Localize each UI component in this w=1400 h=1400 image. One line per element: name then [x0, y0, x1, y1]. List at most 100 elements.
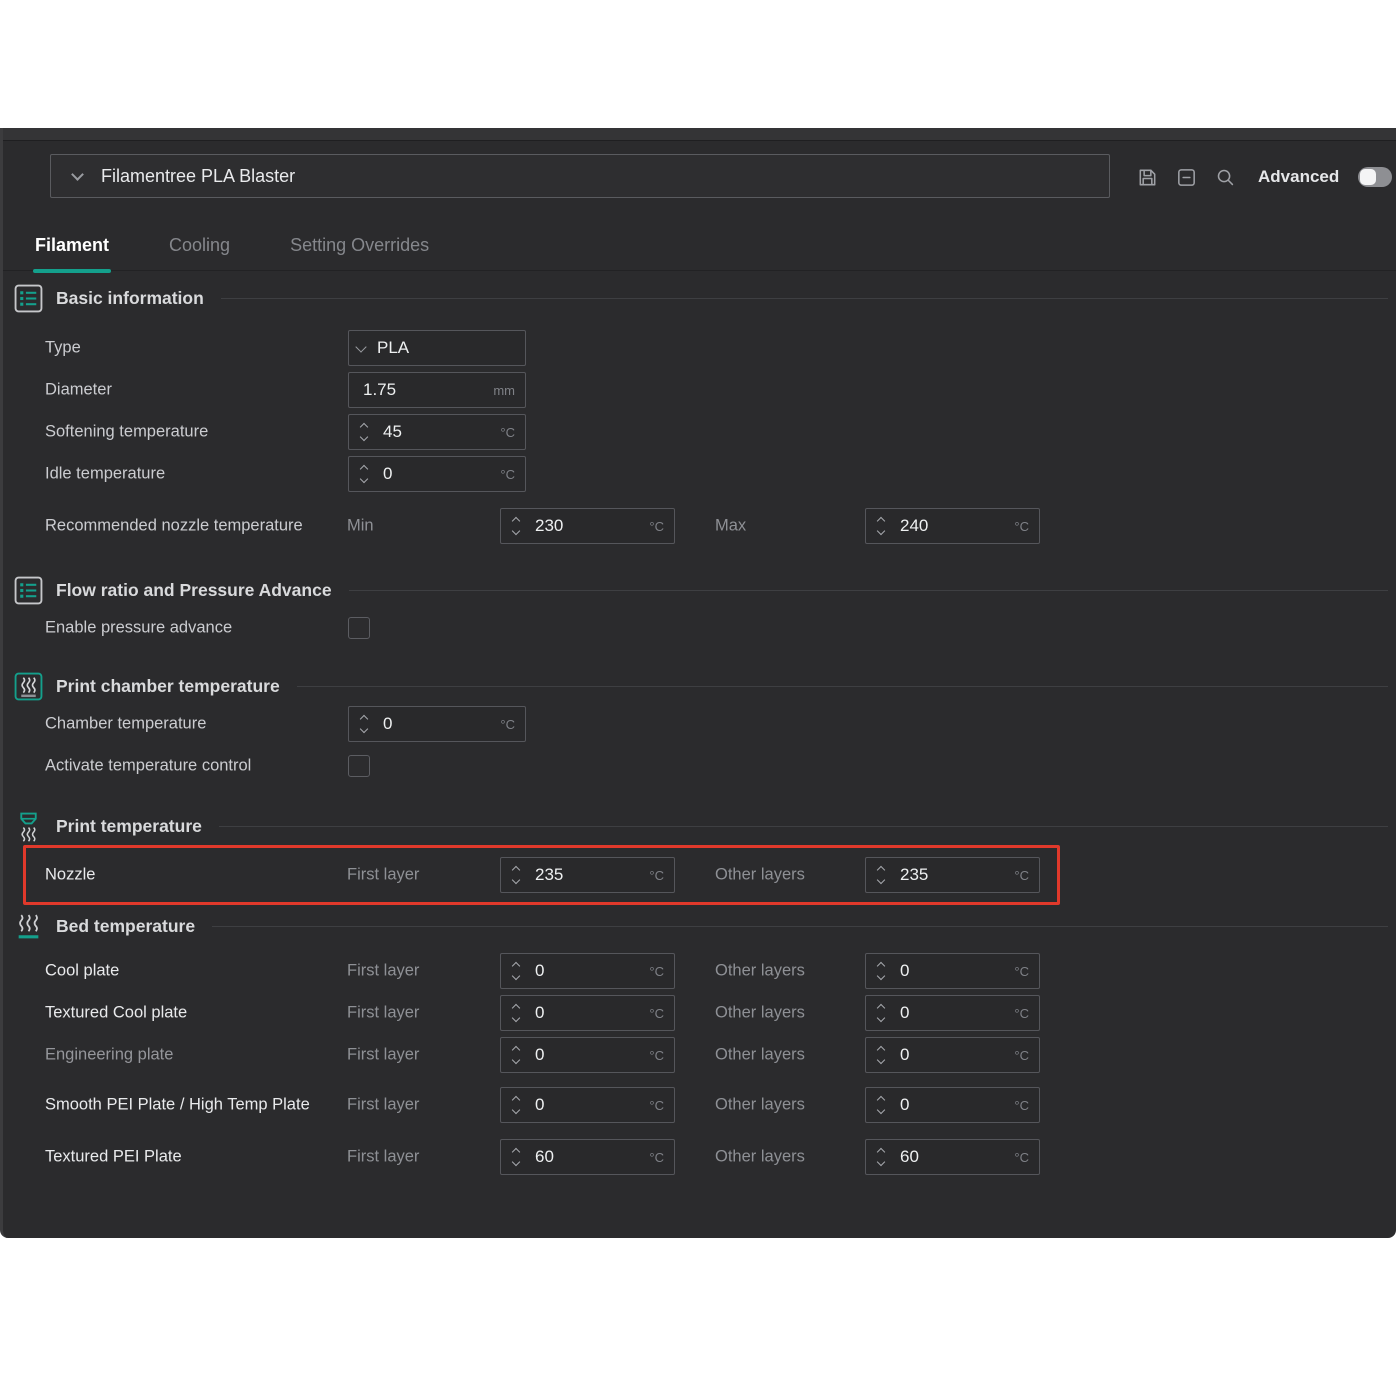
softening-temperature-input[interactable]: 45 °C: [348, 414, 526, 450]
smooth-pei-other-layers-input[interactable]: 0 °C: [865, 1087, 1040, 1123]
textured-cool-plate-other-layers-value: 0: [896, 1003, 1014, 1023]
preset-name: Filamentree PLA Blaster: [101, 166, 295, 187]
other-layers-label: Other layers: [715, 1046, 860, 1065]
unit-label: °C: [1014, 519, 1039, 534]
spinner-arrows[interactable]: [866, 963, 896, 979]
section-divider: [297, 686, 1388, 687]
row-label: Diameter: [45, 380, 340, 401]
spinner-arrows[interactable]: [866, 1097, 896, 1113]
diameter-value: 1.75: [349, 380, 493, 400]
spinner-arrows[interactable]: [501, 963, 531, 979]
spinner-arrows[interactable]: [501, 518, 531, 534]
spinner-arrows[interactable]: [501, 1149, 531, 1165]
spinner-arrows[interactable]: [501, 867, 531, 883]
search-icon[interactable]: [1213, 165, 1237, 189]
section-divider: [221, 298, 1388, 299]
row-chamber-temperature: Chamber temperature 0 °C: [3, 703, 1396, 745]
unit-label: mm: [493, 383, 525, 398]
spinner-arrows[interactable]: [501, 1047, 531, 1063]
row-label: Enable pressure advance: [45, 618, 340, 639]
row-label: Cool plate: [45, 961, 340, 982]
engineering-plate-first-layer-input[interactable]: 0 °C: [500, 1037, 675, 1073]
preset-selector[interactable]: Filamentree PLA Blaster: [50, 154, 1110, 198]
list-icon: [13, 575, 43, 605]
save-icon[interactable]: [1135, 165, 1159, 189]
spinner-arrows[interactable]: [866, 1047, 896, 1063]
advanced-toggle[interactable]: [1358, 167, 1392, 187]
chamber-temperature-input[interactable]: 0 °C: [348, 706, 526, 742]
row-label: Activate temperature control: [45, 756, 340, 777]
activate-temperature-control-checkbox[interactable]: [348, 755, 370, 777]
diameter-input[interactable]: 1.75 mm: [348, 372, 526, 408]
nozzle-first-layer-value: 235: [531, 865, 649, 885]
spinner-arrows[interactable]: [501, 1097, 531, 1113]
tab-setting-overrides[interactable]: Setting Overrides: [288, 231, 431, 270]
section-title: Print temperature: [56, 816, 202, 837]
tab-cooling[interactable]: Cooling: [167, 231, 232, 270]
advanced-label: Advanced: [1258, 167, 1339, 187]
spinner-arrows[interactable]: [501, 1005, 531, 1021]
other-layers-label: Other layers: [715, 1148, 860, 1167]
recommended-min-input[interactable]: 230 °C: [500, 508, 675, 544]
unit-label: °C: [649, 519, 674, 534]
unit-label: °C: [1014, 868, 1039, 883]
engineering-plate-other-layers-value: 0: [896, 1045, 1014, 1065]
spinner-arrows[interactable]: [866, 1005, 896, 1021]
first-layer-label: First layer: [347, 962, 492, 981]
section-divider: [212, 926, 1388, 927]
textured-pei-first-layer-input[interactable]: 60 °C: [500, 1139, 675, 1175]
other-layers-label: Other layers: [715, 962, 860, 981]
recommended-max-input[interactable]: 240 °C: [865, 508, 1040, 544]
spinner-arrows[interactable]: [866, 518, 896, 534]
enable-pressure-advance-checkbox[interactable]: [348, 617, 370, 639]
row-label: Engineering plate: [45, 1045, 340, 1066]
other-layers-label: Other layers: [715, 1004, 860, 1023]
textured-pei-other-layers-input[interactable]: 60 °C: [865, 1139, 1040, 1175]
spinner-arrows[interactable]: [866, 867, 896, 883]
row-recommended-nozzle-temperature: Recommended nozzle temperature Min 230 °…: [3, 495, 1396, 557]
toggle-knob: [1360, 169, 1376, 185]
cool-plate-first-layer-input[interactable]: 0 °C: [500, 953, 675, 989]
max-label: Max: [715, 517, 860, 536]
row-label: Chamber temperature: [45, 714, 340, 735]
spinner-arrows[interactable]: [866, 1149, 896, 1165]
chevron-down-icon: [349, 346, 373, 351]
unit-label: °C: [500, 717, 525, 732]
row-idle-temperature: Idle temperature 0 °C: [3, 453, 1396, 495]
nozzle-other-layers-value: 235: [896, 865, 1014, 885]
list-icon: [13, 283, 43, 313]
spinner-arrows[interactable]: [349, 466, 379, 482]
nozzle-other-layers-input[interactable]: 235 °C: [865, 857, 1040, 893]
other-layers-label: Other layers: [715, 1096, 860, 1115]
unit-label: °C: [649, 1098, 674, 1113]
row-engineering-plate: Engineering plate First layer 0 °C Other…: [3, 1034, 1396, 1076]
row-label: Recommended nozzle temperature: [45, 516, 310, 537]
textured-cool-plate-first-layer-input[interactable]: 0 °C: [500, 995, 675, 1031]
textured-cool-plate-other-layers-input[interactable]: 0 °C: [865, 995, 1040, 1031]
smooth-pei-other-layers-value: 0: [896, 1095, 1014, 1115]
unit-label: °C: [1014, 1150, 1039, 1165]
nozzle-first-layer-input[interactable]: 235 °C: [500, 857, 675, 893]
softening-temperature-value: 45: [379, 422, 500, 442]
section-title: Flow ratio and Pressure Advance: [56, 580, 332, 601]
spinner-arrows[interactable]: [349, 716, 379, 732]
smooth-pei-first-layer-input[interactable]: 0 °C: [500, 1087, 675, 1123]
idle-temperature-input[interactable]: 0 °C: [348, 456, 526, 492]
delete-preset-icon[interactable]: [1174, 165, 1198, 189]
min-label: Min: [347, 517, 492, 536]
section-title: Bed temperature: [56, 916, 195, 937]
row-label: Idle temperature: [45, 464, 340, 485]
unit-label: °C: [500, 467, 525, 482]
idle-temperature-value: 0: [379, 464, 500, 484]
section-title: Basic information: [56, 288, 204, 309]
row-textured-pei-plate: Textured PEI Plate First layer 60 °C Oth…: [3, 1134, 1396, 1180]
tab-filament[interactable]: Filament: [33, 231, 111, 270]
type-select[interactable]: PLA: [348, 330, 526, 366]
row-label: Smooth PEI Plate / High Temp Plate: [45, 1095, 335, 1116]
tab-bar: Filament Cooling Setting Overrides: [3, 231, 1396, 271]
cool-plate-other-layers-input[interactable]: 0 °C: [865, 953, 1040, 989]
spinner-arrows[interactable]: [349, 424, 379, 440]
type-value: PLA: [373, 338, 525, 358]
engineering-plate-other-layers-input[interactable]: 0 °C: [865, 1037, 1040, 1073]
section-header-basic-information: Basic information: [3, 281, 1396, 315]
